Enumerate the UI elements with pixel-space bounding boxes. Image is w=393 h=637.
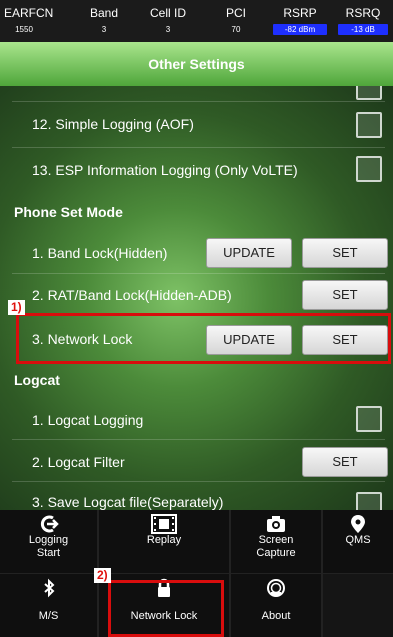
settings-list[interactable]: 12. Simple Logging (AOF) 13. ESP Informa… <box>0 86 393 510</box>
qms-button[interactable]: QMS <box>323 510 393 573</box>
ms-button[interactable]: M/S <box>0 574 97 637</box>
tab-label: Replay <box>146 534 182 546</box>
save-logcat-checkbox[interactable] <box>356 492 382 510</box>
annotation-label-2: 2) <box>94 568 111 583</box>
lock-icon <box>99 578 229 598</box>
status-value: 3 <box>165 25 171 34</box>
empty-tab-slot <box>323 574 393 637</box>
tab-label: Screen <box>258 534 294 546</box>
logging-start-icon <box>0 514 97 534</box>
network-lock-update-button[interactable]: UPDATE <box>206 325 292 355</box>
item-label: 3. Network Lock <box>32 331 133 347</box>
list-item-simple-logging[interactable]: 12. Simple Logging (AOF) <box>0 102 393 148</box>
status-header: RSRP <box>283 6 317 20</box>
status-value: -13 dB <box>338 24 388 35</box>
camera-icon <box>231 514 321 534</box>
status-value: 3 <box>101 25 107 34</box>
logcat-logging-checkbox[interactable] <box>356 406 382 432</box>
status-header: PCI <box>225 6 246 20</box>
list-item-network-lock[interactable]: 3. Network Lock UPDATE SET <box>0 318 393 362</box>
status-rsrq: RSRQ -13 dB <box>338 0 388 42</box>
item-label: 12. Simple Logging (AOF) <box>32 116 194 132</box>
item-label: 1. Band Lock(Hidden) <box>32 245 168 261</box>
tab-label: Network Lock <box>130 610 198 622</box>
about-button[interactable]: About <box>231 574 321 637</box>
bottom-toolbar: Logging Start Replay Screen Capture QMS … <box>0 510 393 637</box>
status-value: 1550 <box>15 25 33 34</box>
list-item-save-logcat[interactable]: 3. Save Logcat file(Separately) <box>0 482 393 510</box>
logcat-filter-set-button[interactable]: SET <box>302 447 388 477</box>
list-item-logcat-filter[interactable]: 2. Logcat Filter SET <box>0 440 393 482</box>
list-item-partial <box>0 86 393 102</box>
band-lock-update-button[interactable]: UPDATE <box>206 238 292 268</box>
rat-band-lock-set-button[interactable]: SET <box>302 280 388 310</box>
list-item-esp-logging[interactable]: 13. ESP Information Logging (Only VoLTE) <box>0 148 393 194</box>
about-icon <box>231 578 321 598</box>
esp-logging-checkbox[interactable] <box>356 156 382 182</box>
simple-logging-checkbox[interactable] <box>356 112 382 138</box>
section-header-phone-set-mode: Phone Set Mode <box>14 204 123 220</box>
checkbox[interactable] <box>356 86 382 100</box>
item-label: 2. Logcat Filter <box>32 454 125 470</box>
status-pci: PCI 70 <box>222 0 250 42</box>
tab-label: Capture <box>256 547 296 559</box>
list-item-logcat-logging[interactable]: 1. Logcat Logging <box>0 398 393 440</box>
network-lock-set-button[interactable]: SET <box>302 325 388 355</box>
status-band: Band 3 <box>86 0 122 42</box>
band-lock-set-button[interactable]: SET <box>302 238 388 268</box>
status-rsrp: RSRP -82 dBm <box>273 0 327 42</box>
status-header: Band <box>89 6 119 20</box>
status-header: EARFCN <box>4 6 54 20</box>
page-title: Other Settings <box>148 56 245 72</box>
replay-button[interactable]: Replay <box>99 510 229 573</box>
status-header: RSRQ <box>345 6 381 20</box>
tab-label: Logging <box>28 534 69 546</box>
status-value: -82 dBm <box>273 24 327 35</box>
list-item-rat-band-lock[interactable]: 2. RAT/Band Lock(Hidden-ADB) SET <box>0 274 393 316</box>
network-lock-button[interactable]: Network Lock <box>99 574 229 637</box>
status-bar: EARFCN 1550 Band 3 Cell ID 3 PCI 70 RSRP… <box>0 0 393 42</box>
list-item-band-lock[interactable]: 1. Band Lock(Hidden) UPDATE SET <box>0 232 393 274</box>
annotation-label-1: 1) <box>8 300 25 315</box>
section-header-logcat: Logcat <box>14 372 60 388</box>
screen-capture-button[interactable]: Screen Capture <box>231 510 321 573</box>
logging-start-button[interactable]: Logging Start <box>0 510 97 573</box>
item-label: 13. ESP Information Logging (Only VoLTE) <box>32 162 298 178</box>
tab-label: M/S <box>38 610 59 622</box>
title-bar: Other Settings <box>0 42 393 86</box>
bluetooth-icon <box>0 578 97 598</box>
item-label: 3. Save Logcat file(Separately) <box>32 494 224 510</box>
item-label: 2. RAT/Band Lock(Hidden-ADB) <box>32 287 232 303</box>
item-label: 1. Logcat Logging <box>32 412 144 428</box>
status-cell-id: Cell ID 3 <box>148 0 188 42</box>
status-value: 70 <box>231 25 241 34</box>
tab-label: About <box>261 610 291 622</box>
tab-label: QMS <box>345 534 371 546</box>
location-pin-icon <box>323 514 393 534</box>
film-icon <box>99 514 229 534</box>
status-earfcn: EARFCN 1550 <box>4 0 54 42</box>
status-header: Cell ID <box>149 6 186 20</box>
tab-label: Start <box>36 547 61 559</box>
